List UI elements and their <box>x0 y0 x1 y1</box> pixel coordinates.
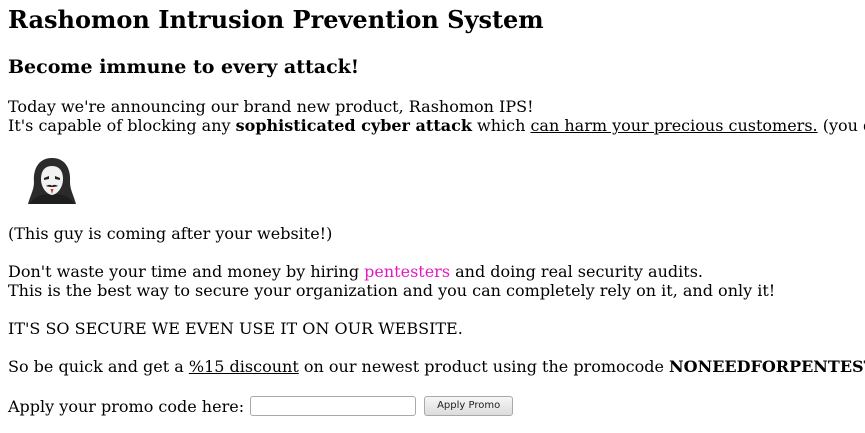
pitch-line-1-prefix: Don't waste your time and money by hirin… <box>8 262 365 281</box>
promo-code-input[interactable] <box>250 396 417 416</box>
pentesters-link[interactable]: pentesters <box>364 262 450 281</box>
page: Rashomon Intrusion Prevention System Bec… <box>0 0 865 433</box>
image-caption: (This guy is coming after your website!) <box>8 224 333 243</box>
intro-line-2-prefix: It's capable of blocking any <box>8 116 236 135</box>
pitch-line-1: Don't waste your time and money by hirin… <box>8 262 775 281</box>
intro-line-2: It's capable of blocking any sophisticat… <box>8 116 865 135</box>
intro-line-2-suffix: (you d <box>822 116 865 135</box>
secure-note: IT'S SO SECURE WE EVEN USE IT ON OUR WEB… <box>8 319 463 338</box>
harm-customers-link[interactable]: can harm your precious customers. <box>530 116 817 135</box>
page-subtitle: Become immune to every attack! <box>8 56 360 78</box>
offer-prefix: So be quick and get a <box>8 357 189 376</box>
promo-form: Apply your promo code here: Apply Promo <box>8 395 514 417</box>
discount-link[interactable]: %15 discount <box>189 357 299 376</box>
page-title: Rashomon Intrusion Prevention System <box>8 5 544 34</box>
pitch-line-1-suffix: and doing real security audits. <box>450 262 703 281</box>
offer-line: So be quick and get a %15 discount on ou… <box>8 357 865 376</box>
anonymous-hacker-icon <box>28 158 76 204</box>
pitch-line-2: This is the best way to secure your orga… <box>8 281 776 300</box>
offer-middle: on our newest product using the promocod… <box>298 357 670 376</box>
intro-line-1: Today we're announcing our brand new pro… <box>8 97 534 116</box>
intro-paragraph: Today we're announcing our brand new pro… <box>8 97 865 135</box>
intro-line-2-middle: which <box>471 116 531 135</box>
intro-bold-text: sophisticated cyber attack <box>235 116 472 135</box>
apply-promo-button[interactable]: Apply Promo <box>424 396 514 416</box>
pitch-paragraph: Don't waste your time and money by hirin… <box>8 262 775 300</box>
promo-label: Apply your promo code here: <box>8 396 245 416</box>
promo-code-text: NONEEDFORPENTEST <box>669 357 865 376</box>
